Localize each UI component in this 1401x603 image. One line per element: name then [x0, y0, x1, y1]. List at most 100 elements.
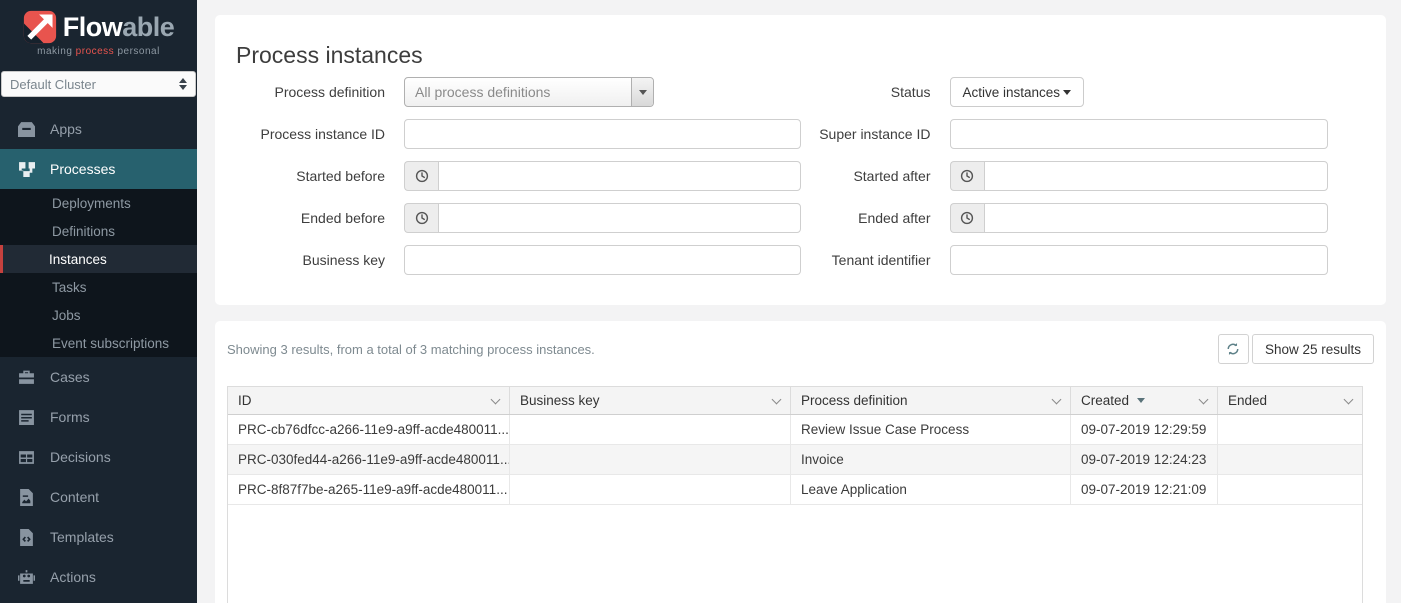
process-instance-id-input[interactable]: [404, 119, 801, 149]
started-before-input[interactable]: [438, 161, 801, 191]
sidebar-subitem-tasks[interactable]: Tasks: [0, 273, 197, 301]
chevron-down-icon[interactable]: [1199, 395, 1209, 405]
sidebar-item-actions[interactable]: Actions: [0, 557, 197, 597]
cell-id: PRC-8f87f7be-a265-11e9-a9ff-acde480011..…: [228, 475, 510, 505]
cell-id: PRC-cb76dfcc-a266-11e9-a9ff-acde480011..…: [228, 415, 510, 445]
results-summary: Showing 3 results, from a total of 3 mat…: [227, 342, 595, 357]
refresh-icon: [1226, 342, 1240, 356]
sidebar-nav: Apps Processes Deployments Definitions I…: [0, 109, 197, 597]
ended-after-calendar-button[interactable]: [950, 203, 984, 233]
flowable-logo-icon: [23, 10, 57, 44]
business-key-input[interactable]: [404, 245, 801, 275]
sidebar-item-apps[interactable]: Apps: [0, 109, 197, 149]
sidebar-item-label: Actions: [50, 569, 96, 585]
column-header-created[interactable]: Created: [1071, 387, 1218, 414]
tenant-identifier-label: Tenant identifier: [801, 252, 931, 268]
ended-after-input[interactable]: [984, 203, 1329, 233]
sidebar: Flowable making process personal Default…: [0, 0, 197, 603]
chevron-down-icon[interactable]: [491, 395, 501, 405]
flowable-logo: Flowable making process personal: [0, 0, 197, 63]
super-instance-id-input[interactable]: [950, 119, 1329, 149]
ended-after-label: Ended after: [801, 210, 931, 226]
chevron-down-icon[interactable]: [772, 395, 782, 405]
processes-icon: [18, 161, 35, 178]
robot-icon: [18, 569, 35, 586]
form-icon: [18, 409, 35, 426]
cell-process-definition: Review Issue Case Process: [791, 415, 1071, 445]
sidebar-subitem-event-subscriptions[interactable]: Event subscriptions: [0, 329, 197, 357]
cell-process-definition: Invoice: [791, 445, 1071, 475]
status-dropdown-value: Active instances: [963, 85, 1061, 100]
cluster-select-value: Default Cluster: [10, 77, 179, 92]
show-results-button[interactable]: Show 25 results: [1252, 334, 1374, 364]
table-row[interactable]: PRC-030fed44-a266-11e9-a9ff-acde480011..…: [228, 445, 1362, 475]
cell-created: 09-07-2019 12:24:23: [1071, 445, 1218, 475]
table-empty-area: [228, 505, 1362, 603]
business-key-label: Business key: [235, 252, 385, 268]
sidebar-subitem-instances[interactable]: Instances: [0, 245, 197, 273]
chevron-down-icon[interactable]: [1344, 395, 1354, 405]
chevron-down-icon[interactable]: [1052, 395, 1062, 405]
cluster-select[interactable]: Default Cluster: [1, 71, 196, 97]
process-definition-select[interactable]: All process definitions: [404, 77, 654, 107]
sidebar-subitem-jobs[interactable]: Jobs: [0, 301, 197, 329]
table-header-row: ID Business key Process definition Creat…: [228, 387, 1362, 415]
select-updown-icon: [179, 78, 187, 90]
sidebar-item-templates[interactable]: Templates: [0, 517, 197, 557]
column-header-business-key[interactable]: Business key: [510, 387, 791, 414]
apps-icon: [18, 121, 35, 138]
started-after-label: Started after: [801, 168, 931, 184]
sidebar-item-processes[interactable]: Processes: [0, 149, 197, 189]
cell-business-key: [510, 415, 791, 445]
caret-down-icon: [1063, 90, 1071, 95]
started-before-calendar-button[interactable]: [404, 161, 438, 191]
started-after-input[interactable]: [984, 161, 1329, 191]
processes-submenu: Deployments Definitions Instances Tasks …: [0, 189, 197, 357]
cell-process-definition: Leave Application: [791, 475, 1071, 505]
sidebar-item-label: Content: [50, 489, 99, 505]
clock-icon: [960, 211, 974, 225]
sidebar-item-label: Templates: [50, 529, 114, 545]
table-row[interactable]: PRC-cb76dfcc-a266-11e9-a9ff-acde480011..…: [228, 415, 1362, 445]
sidebar-item-label: Apps: [50, 121, 82, 137]
clock-icon: [960, 169, 974, 183]
main-content: Process instances Process definition All…: [197, 0, 1401, 603]
cell-business-key: [510, 475, 791, 505]
briefcase-icon: [18, 369, 35, 386]
sidebar-item-forms[interactable]: Forms: [0, 397, 197, 437]
sidebar-subitem-deployments[interactable]: Deployments: [0, 189, 197, 217]
process-instance-id-label: Process instance ID: [235, 126, 385, 142]
document-chart-icon: [18, 489, 35, 506]
filters-panel: Process instances Process definition All…: [215, 15, 1386, 305]
filters-form: Process definition All process definitio…: [215, 77, 1386, 287]
ended-before-calendar-button[interactable]: [404, 203, 438, 233]
column-header-ended[interactable]: Ended: [1218, 387, 1362, 414]
flowable-wordmark: Flowable: [63, 14, 175, 41]
super-instance-id-label: Super instance ID: [801, 126, 931, 142]
sidebar-item-label: Processes: [50, 161, 115, 177]
sidebar-item-label: Decisions: [50, 449, 111, 465]
sidebar-subitem-definitions[interactable]: Definitions: [0, 217, 197, 245]
column-header-id[interactable]: ID: [228, 387, 510, 414]
process-definition-label: Process definition: [235, 84, 385, 100]
status-label: Status: [801, 84, 931, 100]
refresh-button[interactable]: [1218, 334, 1249, 364]
tenant-identifier-input[interactable]: [950, 245, 1329, 275]
cell-ended: [1218, 445, 1362, 475]
sidebar-item-cases[interactable]: Cases: [0, 357, 197, 397]
results-panel: Showing 3 results, from a total of 3 mat…: [215, 321, 1386, 603]
document-code-icon: [18, 529, 35, 546]
clock-icon: [415, 169, 429, 183]
page-title: Process instances: [215, 42, 1386, 69]
status-dropdown-button[interactable]: Active instances: [950, 77, 1085, 107]
sidebar-item-decisions[interactable]: Decisions: [0, 437, 197, 477]
started-before-label: Started before: [235, 168, 385, 184]
select-arrow-icon: [631, 78, 653, 106]
ended-before-input[interactable]: [438, 203, 801, 233]
sidebar-item-content[interactable]: Content: [0, 477, 197, 517]
started-after-calendar-button[interactable]: [950, 161, 984, 191]
cell-ended: [1218, 475, 1362, 505]
table-row[interactable]: PRC-8f87f7be-a265-11e9-a9ff-acde480011..…: [228, 475, 1362, 505]
column-header-process-definition[interactable]: Process definition: [791, 387, 1071, 414]
ended-before-label: Ended before: [235, 210, 385, 226]
